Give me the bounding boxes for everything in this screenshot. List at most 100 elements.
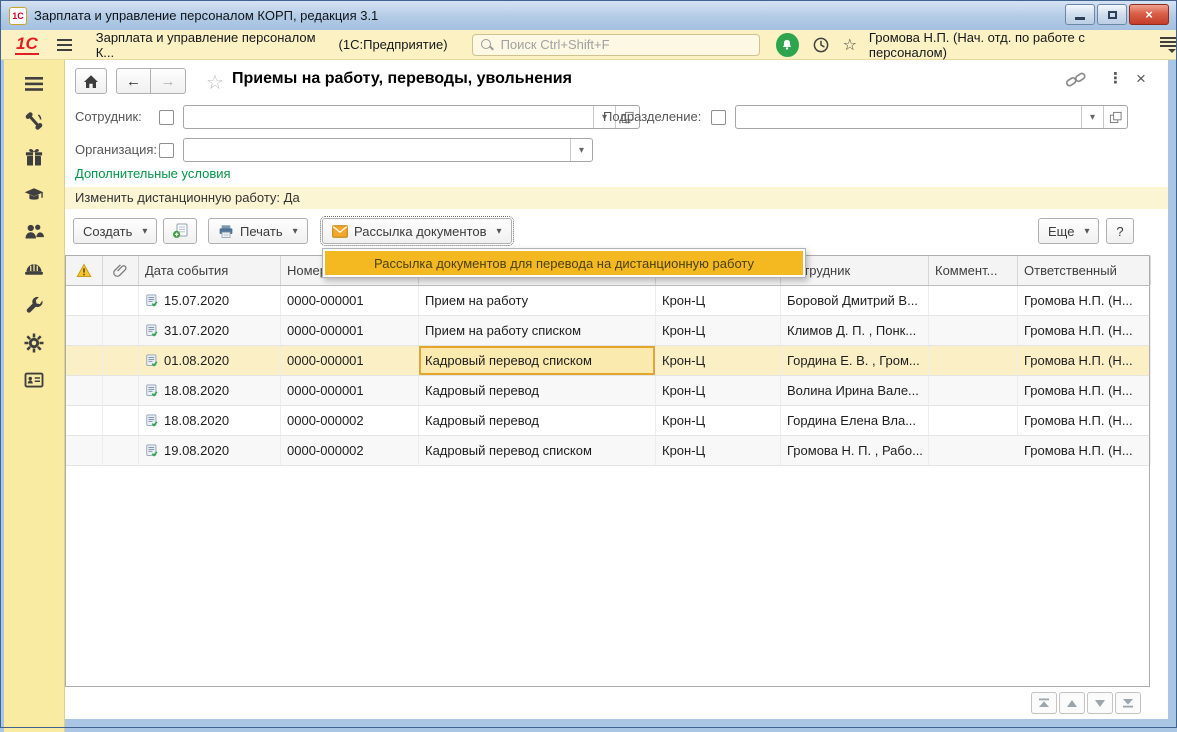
cell-organization: Крон-Ц	[656, 436, 781, 465]
date-column-header[interactable]: Дата события	[139, 256, 281, 285]
cell-employee: Гордина Е. В. , Гром...	[781, 346, 929, 375]
cell-number: 0000-000001	[281, 346, 419, 375]
close-form-button[interactable]: ×	[1136, 69, 1146, 89]
help-button[interactable]: ?	[1106, 218, 1134, 244]
events-table: Дата события Номер Сотрудник Коммент... …	[65, 255, 1150, 687]
back-icon: ←	[126, 73, 141, 90]
cell-responsible: Громова Н.П. (Н...	[1018, 436, 1151, 465]
sidebar-education-icon[interactable]	[23, 184, 45, 206]
current-user[interactable]: Громова Н.П. (Нач. отд. по работе с перс…	[869, 30, 1148, 60]
scroll-down-button[interactable]	[1087, 692, 1113, 714]
search-input[interactable]	[499, 36, 753, 53]
warning-icon	[76, 263, 92, 278]
sidebar-phone-icon[interactable]	[23, 110, 45, 132]
create-button[interactable]: Создать ▾	[73, 218, 157, 244]
cell-organization: Крон-Ц	[656, 316, 781, 345]
additional-conditions-link[interactable]: Дополнительные условия	[75, 166, 231, 181]
create-by-copy-button[interactable]	[163, 218, 197, 244]
sidebar-labor-safety-icon[interactable]	[23, 258, 45, 280]
help-button-label: ?	[1116, 224, 1123, 239]
back-button[interactable]: ←	[116, 68, 151, 94]
organization-filter-checkbox[interactable]	[159, 143, 174, 158]
employee-filter-label: Сотрудник:	[75, 105, 142, 129]
scroll-up-icon	[1066, 699, 1078, 708]
condition-text: Изменить дистанционную работу: Да	[75, 190, 300, 205]
organization-filter-combobox[interactable]: ▾	[183, 138, 593, 162]
cell-comment	[929, 286, 1018, 315]
envelope-icon	[332, 225, 348, 238]
add-to-favorites-star-icon[interactable]: ☆	[206, 70, 224, 95]
cell-event-type: Прием на работу	[419, 286, 656, 315]
close-icon: ×	[1145, 7, 1153, 22]
cell-responsible: Громова Н.П. (Н...	[1018, 406, 1151, 435]
sidebar-tools-icon[interactable]	[23, 295, 45, 317]
comment-column-header[interactable]: Коммент...	[929, 256, 1018, 285]
sections-sidebar	[4, 60, 65, 732]
scroll-to-top-button[interactable]	[1031, 692, 1057, 714]
1c-logo: 1С	[15, 35, 39, 55]
create-button-label: Создать	[83, 224, 132, 239]
employee-filter-combobox[interactable]: ▾	[183, 105, 640, 129]
cell-date: 18.08.2020	[164, 413, 229, 428]
more-button[interactable]: Еще ▾	[1038, 218, 1099, 244]
scroll-top-icon	[1038, 698, 1050, 708]
responsible-column-header[interactable]: Ответственный	[1018, 256, 1151, 285]
attachment-column-header[interactable]	[103, 256, 139, 285]
table-row[interactable]: 31.07.2020 0000-000001 Прием на работу с…	[66, 316, 1149, 346]
page-title: Приемы на работу, переводы, увольнения	[232, 70, 572, 88]
table-row[interactable]: 15.07.2020 0000-000001 Прием на работу К…	[66, 286, 1149, 316]
favorites-button[interactable]: ☆	[843, 35, 857, 55]
cell-date: 15.07.2020	[164, 293, 229, 308]
maximize-icon	[1108, 11, 1117, 19]
app-1c-icon: 1С	[9, 7, 27, 25]
department-filter-combobox[interactable]: ▾	[735, 105, 1128, 129]
sidebar-employee-card-icon[interactable]	[23, 369, 45, 391]
scroll-to-bottom-button[interactable]	[1115, 692, 1141, 714]
cell-organization: Крон-Ц	[656, 346, 781, 375]
cell-date: 31.07.2020	[164, 323, 229, 338]
table-row-selected[interactable]: 01.08.2020 0000-000001 Кадровый перевод …	[66, 346, 1149, 376]
minimize-button[interactable]	[1065, 4, 1095, 25]
organization-filter-label: Организация:	[75, 138, 157, 162]
print-button[interactable]: Печать ▾	[208, 218, 308, 244]
cell-event-type: Кадровый перевод	[419, 376, 656, 405]
cell-date: 19.08.2020	[164, 443, 229, 458]
cell-date: 18.08.2020	[164, 383, 229, 398]
cell-event-type-selected[interactable]: Кадровый перевод списком	[419, 346, 656, 375]
history-button[interactable]	[812, 36, 830, 54]
department-open-icon[interactable]	[1103, 106, 1127, 128]
table-row[interactable]: 18.08.2020 0000-000002 Кадровый перевод …	[66, 406, 1149, 436]
department-dropdown-icon[interactable]: ▾	[1081, 106, 1103, 128]
cell-responsible: Громова Н.П. (Н...	[1018, 316, 1151, 345]
paperclip-icon	[113, 263, 128, 278]
sidebar-employees-icon[interactable]	[23, 221, 45, 243]
global-search[interactable]	[472, 34, 761, 56]
table-row[interactable]: 18.08.2020 0000-000001 Кадровый перевод …	[66, 376, 1149, 406]
organization-dropdown-icon[interactable]: ▾	[570, 139, 592, 161]
warning-column-header[interactable]	[66, 256, 103, 285]
mailing-documents-button[interactable]: Рассылка документов ▾	[322, 218, 512, 244]
mailing-menu-item[interactable]: Рассылка документов для перевода на дист…	[325, 251, 803, 275]
sidebar-menu-icon[interactable]	[23, 73, 45, 95]
home-button[interactable]	[75, 68, 107, 94]
more-actions-button[interactable]: ⋮	[1108, 69, 1123, 87]
cell-event-type: Кадровый перевод	[419, 406, 656, 435]
cell-organization: Крон-Ц	[656, 376, 781, 405]
forward-button[interactable]: →	[151, 68, 186, 94]
sidebar-settings-icon[interactable]	[23, 332, 45, 354]
close-window-button[interactable]: ×	[1129, 4, 1169, 25]
service-menu-icon[interactable]	[1160, 37, 1176, 53]
cell-employee: Громова Н. П. , Рабо...	[781, 436, 929, 465]
table-row[interactable]: 19.08.2020 0000-000002 Кадровый перевод …	[66, 436, 1149, 466]
app-toolbar: 1С Зарплата и управление персоналом К...…	[1, 30, 1176, 60]
get-link-button[interactable]	[1065, 70, 1087, 90]
sidebar-gifts-icon[interactable]	[23, 147, 45, 169]
employee-filter-checkbox[interactable]	[159, 110, 174, 125]
maximize-button[interactable]	[1097, 4, 1127, 25]
cell-number: 0000-000002	[281, 436, 419, 465]
main-menu-icon[interactable]	[57, 39, 72, 51]
link-icon	[1065, 70, 1087, 90]
notifications-button[interactable]	[776, 33, 799, 57]
scroll-up-button[interactable]	[1059, 692, 1085, 714]
department-filter-checkbox[interactable]	[711, 110, 726, 125]
